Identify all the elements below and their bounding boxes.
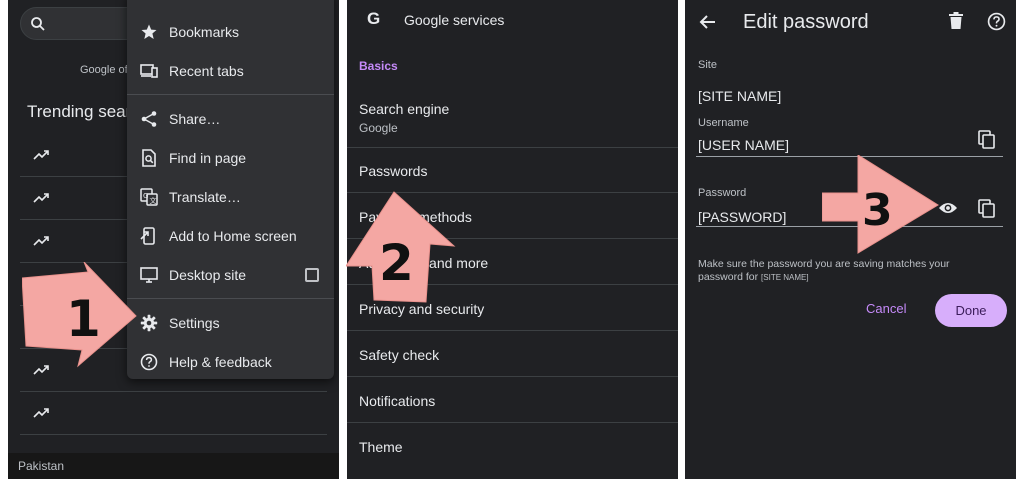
trending-up-icon: [33, 193, 49, 203]
settings-item-privacy[interactable]: Privacy and security: [347, 285, 678, 331]
menu-item-bookmarks[interactable]: Bookmarks: [127, 15, 334, 49]
trending-searches-title: Trending sear: [27, 102, 132, 121]
add-to-home-icon: [140, 227, 155, 245]
menu-item-help-feedback[interactable]: Help & feedback: [127, 345, 334, 379]
password-note: Make sure the password you are saving ma…: [698, 258, 988, 284]
username-field[interactable]: [USER NAME]: [698, 137, 789, 153]
password-underline: [696, 226, 1003, 227]
gear-icon: [140, 314, 158, 332]
settings-item-payment-methods[interactable]: Payment methods: [347, 193, 678, 239]
password-note-site: [SITE NAME]: [761, 273, 809, 282]
translate-icon: G文: [140, 188, 158, 206]
settings-item-title: Addresses and more: [359, 255, 489, 271]
settings-item-title: Theme: [359, 439, 403, 455]
menu-item-label: Add to Home screen: [169, 228, 297, 244]
settings-item-title: Notifications: [359, 393, 436, 409]
section-label-basics: Basics: [359, 59, 398, 73]
settings-item-safety-check[interactable]: Safety check: [347, 331, 678, 377]
settings-item-title: Safety check: [359, 347, 440, 363]
edit-password-panel: Edit password Site [SITE NAME] Username …: [685, 0, 1016, 479]
username-underline: [696, 156, 1003, 157]
settings-item-title: Search engine: [359, 101, 450, 117]
help-icon: [140, 353, 158, 371]
desktop-site-checkbox[interactable]: [305, 268, 319, 282]
chrome-home-panel: Google of Trending sear Pakistan Bookmar…: [8, 0, 339, 479]
location-text: Pakistan: [18, 459, 65, 473]
copy-icon[interactable]: [978, 199, 996, 219]
menu-item-label: Help & feedback: [169, 354, 272, 370]
menu-item-label: Share…: [169, 111, 221, 127]
settings-header: G Google services: [347, 0, 678, 40]
settings-header-title: Google services: [404, 12, 505, 28]
menu-item-desktop-site[interactable]: Desktop site: [127, 258, 334, 292]
location-bar: Pakistan: [8, 453, 339, 479]
svg-text:文: 文: [150, 196, 157, 205]
back-arrow-icon[interactable]: [698, 12, 718, 32]
eye-icon[interactable]: [938, 201, 958, 215]
trending-row[interactable]: [20, 392, 327, 435]
username-label: Username: [698, 117, 749, 129]
settings-item-notifications[interactable]: Notifications: [347, 377, 678, 423]
trending-up-icon: [33, 236, 49, 246]
trending-up-icon: [33, 279, 49, 289]
menu-item-label: Settings: [169, 315, 220, 331]
cancel-button[interactable]: Cancel: [866, 301, 906, 316]
google-offered-text: Google of: [80, 64, 128, 76]
settings-item-search-engine[interactable]: Search engine Google: [347, 84, 678, 148]
overflow-menu: Bookmarks Recent tabs Share… Find in pag…: [127, 0, 334, 379]
menu-item-find-in-page[interactable]: Find in page: [127, 141, 334, 175]
settings-item-title: Passwords: [359, 163, 428, 179]
menu-item-label: Bookmarks: [169, 24, 240, 40]
page-title: Edit password: [743, 11, 869, 33]
site-label: Site: [698, 59, 717, 71]
password-note-text: Make sure the password you are saving ma…: [698, 258, 950, 283]
settings-item-addresses[interactable]: Addresses and more: [347, 239, 678, 285]
site-value: [SITE NAME]: [698, 88, 782, 104]
search-icon: [31, 17, 45, 31]
menu-item-label: Desktop site: [169, 267, 247, 283]
trending-up-icon: [33, 408, 49, 418]
menu-item-share[interactable]: Share…: [127, 102, 334, 136]
svg-text:G: G: [143, 192, 148, 200]
done-button[interactable]: Done: [935, 294, 1007, 327]
settings-item-passwords[interactable]: Passwords: [347, 148, 678, 193]
password-label: Password: [698, 187, 747, 199]
menu-item-add-to-home[interactable]: Add to Home screen: [127, 219, 334, 253]
password-field[interactable]: [PASSWORD]: [698, 209, 786, 225]
google-logo: G: [367, 9, 381, 28]
menu-item-recent-tabs[interactable]: Recent tabs: [127, 54, 334, 88]
menu-item-label: Translate…: [169, 189, 241, 205]
settings-item-title: Privacy and security: [359, 301, 485, 317]
menu-divider: [127, 298, 334, 299]
settings-item-theme[interactable]: Theme: [347, 423, 678, 469]
menu-item-translate[interactable]: G文 Translate…: [127, 180, 334, 214]
settings-item-title: Payment methods: [359, 209, 472, 225]
trending-up-icon: [33, 365, 49, 375]
find-in-page-icon: [142, 149, 156, 167]
menu-item-label: Recent tabs: [169, 63, 244, 79]
trending-up-icon: [33, 322, 49, 332]
menu-item-settings[interactable]: Settings: [127, 306, 334, 340]
trash-icon[interactable]: [948, 12, 964, 30]
help-icon[interactable]: [987, 12, 1006, 31]
trending-up-icon: [33, 150, 49, 160]
copy-icon[interactable]: [978, 130, 996, 150]
star-icon: [141, 24, 157, 39]
settings-item-subtitle: Google: [359, 121, 398, 135]
devices-icon: [140, 64, 158, 78]
desktop-icon: [140, 267, 158, 283]
menu-item-label: Find in page: [169, 150, 247, 166]
menu-divider: [127, 94, 334, 95]
settings-panel: G Google services Basics Search engine G…: [347, 0, 678, 479]
share-icon: [141, 111, 157, 127]
